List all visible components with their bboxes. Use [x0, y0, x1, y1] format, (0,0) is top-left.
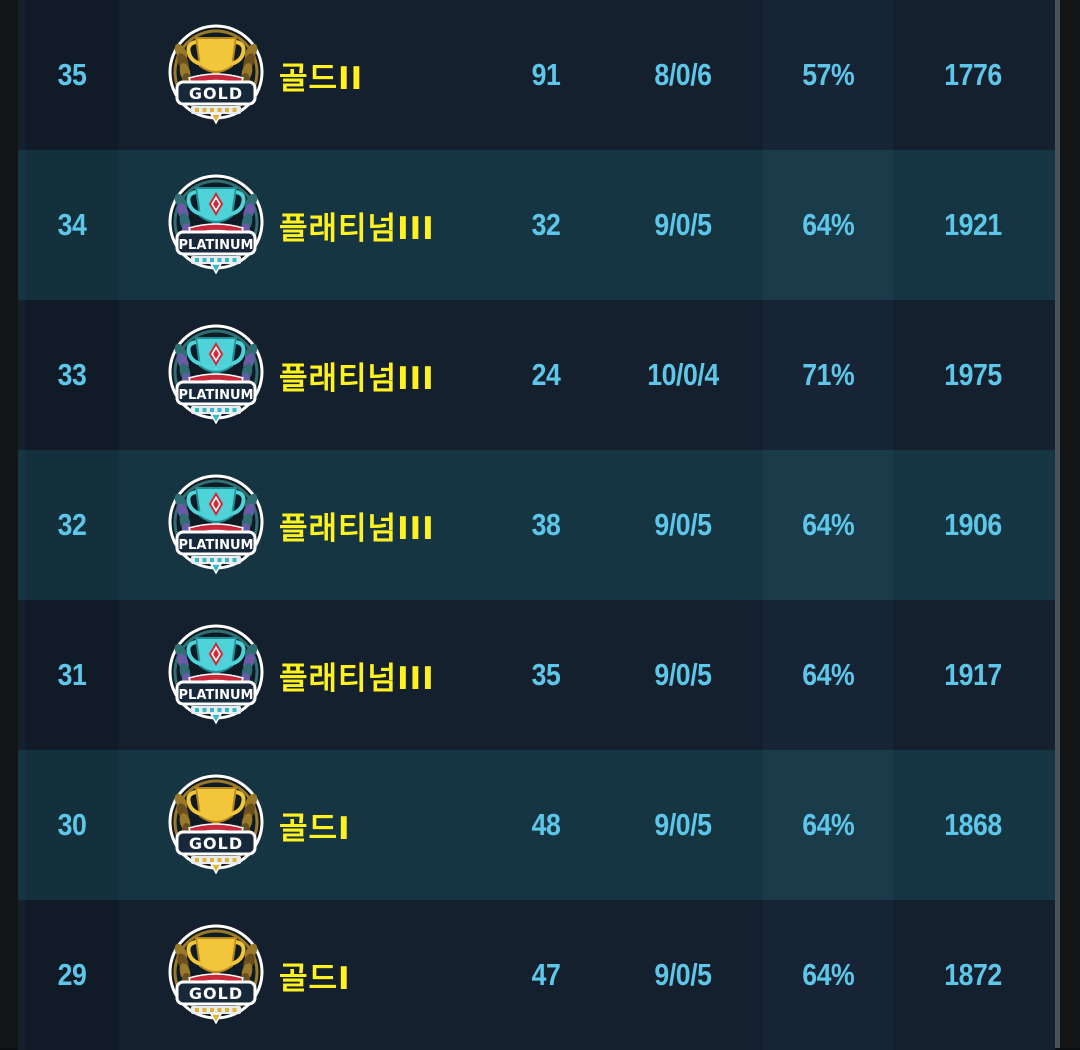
win-rate-cell: 64% [763, 450, 893, 600]
win-rate-value: 57% [801, 57, 855, 92]
rank-cell: 33 [25, 300, 119, 450]
table-row[interactable]: 33 PLATINUM 플래티넘III 24 10/0/4 71% 1975 [18, 300, 1055, 450]
tier-cell: PLATINUM 플래티넘III [163, 450, 493, 600]
tier-name: 플래티넘III [279, 660, 435, 697]
gold-trophy-icon: GOLD [168, 24, 264, 125]
points-cell: 38 [531, 507, 561, 542]
tier-name: 플래티넘III [279, 210, 435, 247]
platinum-trophy-icon: PLATINUM [168, 474, 264, 575]
record-cell: 9/0/5 [654, 807, 712, 842]
tier-cell: GOLD 골드II [163, 0, 493, 150]
points-cell: 24 [531, 357, 561, 392]
tier-cell: GOLD 골드I [163, 750, 493, 900]
tier-badge-label: PLATINUM [179, 388, 254, 403]
record-cell: 9/0/5 [654, 957, 712, 992]
gold-trophy-icon: GOLD [168, 774, 264, 875]
tier-name: 골드II [279, 60, 364, 97]
tier-cell: PLATINUM 플래티넘III [163, 300, 493, 450]
win-rate-value: 64% [801, 807, 855, 842]
win-rate-value: 64% [801, 507, 855, 542]
table-row[interactable]: 30 GOLD 골드I 48 9/0/5 64% 1868 [18, 750, 1055, 900]
left-margin [0, 0, 18, 1048]
rating-cell: 1872 [944, 957, 1002, 992]
win-rate-value: 64% [801, 957, 855, 992]
rank-cell: 32 [25, 450, 119, 600]
points-cell: 47 [531, 957, 561, 992]
scrollbar[interactable] [1055, 0, 1060, 1048]
tier-name: 플래티넘III [279, 510, 435, 547]
table-row[interactable]: 31 PLATINUM 플래티넘III 35 9/0/5 64% 1917 [18, 600, 1055, 750]
rating-cell: 1921 [944, 207, 1002, 242]
ranking-table: 35 GOLD 골드II 91 8/0/6 57% 1776 34 PLATIN… [0, 0, 1080, 1050]
record-cell: 8/0/6 [654, 57, 712, 92]
win-rate-value: 64% [801, 657, 855, 692]
platinum-trophy-icon: PLATINUM [168, 624, 264, 725]
tier-name: 플래티넘III [279, 360, 435, 397]
points-cell: 48 [531, 807, 561, 842]
tier-badge-label: GOLD [189, 834, 243, 853]
points-cell: 32 [531, 207, 561, 242]
win-rate-value: 71% [801, 357, 855, 392]
win-rate-value: 64% [801, 207, 855, 242]
win-rate-cell: 71% [763, 300, 893, 450]
tier-badge-label: PLATINUM [179, 538, 254, 553]
win-rate-cell: 64% [763, 600, 893, 750]
rank-cell: 29 [25, 900, 119, 1050]
platinum-trophy-icon: PLATINUM [168, 174, 264, 275]
win-rate-cell: 57% [763, 0, 893, 150]
record-cell: 9/0/5 [654, 507, 712, 542]
record-cell: 9/0/5 [654, 657, 712, 692]
tier-name: 골드I [279, 810, 351, 847]
rank-cell: 35 [25, 0, 119, 150]
tier-cell: GOLD 골드I [163, 900, 493, 1050]
platinum-trophy-icon: PLATINUM [168, 324, 264, 425]
rating-cell: 1975 [944, 357, 1002, 392]
record-cell: 10/0/4 [647, 357, 719, 392]
rating-cell: 1917 [944, 657, 1002, 692]
tier-badge-label: GOLD [189, 84, 243, 103]
rating-cell: 1776 [944, 57, 1002, 92]
gold-trophy-icon: GOLD [168, 924, 264, 1025]
rank-cell: 30 [25, 750, 119, 900]
rank-cell: 34 [25, 150, 119, 300]
tier-badge-label: PLATINUM [179, 238, 254, 253]
record-cell: 9/0/5 [654, 207, 712, 242]
rank-cell: 31 [25, 600, 119, 750]
win-rate-cell: 64% [763, 750, 893, 900]
rating-cell: 1868 [944, 807, 1002, 842]
ranking-rows: 35 GOLD 골드II 91 8/0/6 57% 1776 34 PLATIN… [18, 0, 1055, 1050]
table-row[interactable]: 32 PLATINUM 플래티넘III 38 9/0/5 64% 1906 [18, 450, 1055, 600]
table-row[interactable]: 35 GOLD 골드II 91 8/0/6 57% 1776 [18, 0, 1055, 150]
tier-badge-label: PLATINUM [179, 688, 254, 703]
tier-cell: PLATINUM 플래티넘III [163, 600, 493, 750]
table-row[interactable]: 34 PLATINUM 플래티넘III 32 9/0/5 64% 1921 [18, 150, 1055, 300]
tier-name: 골드I [279, 960, 351, 997]
win-rate-cell: 64% [763, 150, 893, 300]
win-rate-cell: 64% [763, 900, 893, 1050]
tier-badge-label: GOLD [189, 984, 243, 1003]
points-cell: 91 [531, 57, 561, 92]
rating-cell: 1906 [944, 507, 1002, 542]
tier-cell: PLATINUM 플래티넘III [163, 150, 493, 300]
table-row[interactable]: 29 GOLD 골드I 47 9/0/5 64% 1872 [18, 900, 1055, 1050]
points-cell: 35 [531, 657, 561, 692]
